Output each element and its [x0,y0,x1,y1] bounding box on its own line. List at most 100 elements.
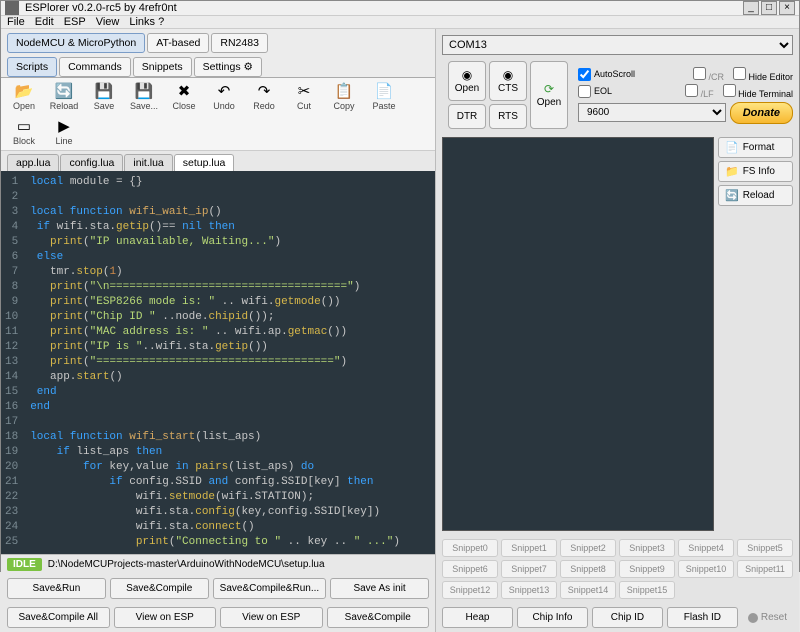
snippet-button[interactable]: Snippet13 [501,581,557,599]
hide-term-check[interactable] [723,84,736,97]
file-tab[interactable]: config.lua [60,154,123,171]
reload-button[interactable]: 🔄Reload [718,185,793,206]
donate-button[interactable]: Donate [730,102,793,124]
open-connection-button[interactable]: ⟳Open [530,61,568,129]
fs info-icon: 📁 [725,165,739,178]
menu-links[interactable]: Links ? [129,16,164,28]
snippet-button[interactable]: Snippet11 [737,560,793,578]
open-button[interactable]: 📂Open [7,82,41,111]
snippet-button[interactable]: Snippet10 [678,560,734,578]
eol-check[interactable] [578,85,591,98]
sub-tabs: ScriptsCommandsSnippetsSettings ⚙ [1,53,435,78]
snippet-button[interactable]: Snippet9 [619,560,675,578]
close-window-button[interactable]: × [779,1,795,15]
lf-check[interactable] [685,84,698,97]
snippet-button[interactable]: Snippet6 [442,560,498,578]
flashid-button[interactable]: Flash ID [667,607,738,628]
line-icon: ▶ [58,117,70,135]
viewonesp-button[interactable]: View on ESP [114,607,217,628]
cut-button[interactable]: ✂Cut [287,82,321,111]
gear-icon: ⚙ [244,61,253,73]
block-button[interactable]: ▭Block [7,117,41,146]
snippet-button[interactable]: Snippet0 [442,539,498,557]
dtr-button[interactable]: DTR [448,104,486,129]
viewonesp-button[interactable]: View on ESP [220,607,323,628]
maximize-button[interactable]: □ [761,1,777,15]
open-icon: 📂 [15,82,34,100]
savecompilerun-button[interactable]: Save&Compile&Run... [213,578,327,599]
savecompile-button[interactable]: Save&Compile [110,578,209,599]
connection-buttons: ◉Open ◉CTS ⟳Open DTR RTS [442,57,574,133]
snippet-button[interactable]: Snippet2 [560,539,616,557]
savecompileall-button[interactable]: Save&Compile All [7,607,110,628]
menu-edit[interactable]: Edit [35,16,54,28]
paste-icon: 📄 [375,82,394,100]
sub-tab-commands[interactable]: Commands [59,57,131,77]
reload-button[interactable]: 🔄Reload [47,82,81,111]
baud-select[interactable]: 9600 [578,103,726,122]
main-tab[interactable]: RN2483 [211,33,268,53]
left-buttons-row2: Save&Compile AllView on ESPView on ESPSa… [1,603,435,632]
redo-button[interactable]: ↷Redo [247,82,281,111]
snippet-button[interactable]: Snippet12 [442,581,498,599]
sub-tab-settings[interactable]: Settings ⚙ [194,57,262,77]
heap-button[interactable]: Heap [442,607,513,628]
minimize-button[interactable]: _ [743,1,759,15]
sub-tab-scripts[interactable]: Scripts [7,57,57,77]
main-tab[interactable]: AT-based [147,33,209,53]
autoscroll-check[interactable] [578,68,591,81]
menu-esp[interactable]: ESP [64,16,86,28]
fsinfo-button[interactable]: 📁FS Info [718,161,793,182]
line-gutter: 1234567891011121314151617181920212223242… [1,171,24,554]
close-button[interactable]: ✖Close [167,82,201,111]
reset-button[interactable]: Reset [742,607,793,628]
menu-file[interactable]: File [7,16,25,28]
snippet-button[interactable]: Snippet14 [560,581,616,599]
app-window: ESPlorer v0.2.0-rc5 by 4refr0nt _ □ × Fi… [0,0,800,572]
paste-button[interactable]: 📄Paste [367,82,401,111]
save-button[interactable]: 💾Save [87,82,121,111]
status-bar: IDLE D:\NodeMCUProjects-master\ArduinoWi… [1,554,435,574]
save-icon: 💾 [95,82,114,100]
file-tab[interactable]: setup.lua [174,154,235,171]
snippet-button[interactable]: Snippet4 [678,539,734,557]
window-title: ESPlorer v0.2.0-rc5 by 4refr0nt [25,2,741,14]
titlebar: ESPlorer v0.2.0-rc5 by 4refr0nt _ □ × [1,1,799,16]
file-tab[interactable]: app.lua [7,154,59,171]
port-select[interactable]: COM13 [442,35,793,55]
sub-tab-snippets[interactable]: Snippets [133,57,192,77]
copy-icon: 📋 [335,82,354,100]
format-button[interactable]: 📄Format [718,137,793,158]
main-tab[interactable]: NodeMCU & MicroPython [7,33,145,53]
file-tab[interactable]: init.lua [124,154,172,171]
line-button[interactable]: ▶Line [47,117,81,146]
format-icon: 📄 [725,141,739,154]
snippet-button[interactable]: Snippet5 [737,539,793,557]
saverun-button[interactable]: Save&Run [7,578,106,599]
chipinfo-button[interactable]: Chip Info [517,607,588,628]
save-button[interactable]: 💾Save... [127,82,161,111]
hide-editor-check[interactable] [733,67,746,80]
cr-check[interactable] [693,67,706,80]
savecompile-button[interactable]: Save&Compile [327,607,430,628]
cts-button[interactable]: ◉CTS [489,61,527,101]
saveasinit-button[interactable]: Save As init [330,578,429,599]
snippet-button[interactable]: Snippet7 [501,560,557,578]
terminal-output[interactable] [442,137,714,531]
close-icon: ✖ [178,82,191,100]
rts-button[interactable]: RTS [489,104,527,129]
status-path: D:\NodeMCUProjects-master\ArduinoWithNod… [48,559,325,570]
snippet-button[interactable]: Snippet3 [619,539,675,557]
code-area[interactable]: local module = {} local function wifi_wa… [24,171,435,554]
snippet-button[interactable]: Snippet15 [619,581,675,599]
snippet-button[interactable]: Snippet8 [560,560,616,578]
copy-button[interactable]: 📋Copy [327,82,361,111]
code-editor[interactable]: 1234567891011121314151617181920212223242… [1,171,435,554]
undo-button[interactable]: ↶Undo [207,82,241,111]
snippet-button[interactable]: Snippet1 [501,539,557,557]
open-port-button[interactable]: ◉Open [448,61,486,101]
block-icon: ▭ [17,117,31,135]
led-icon: ◉ [462,68,472,82]
chipid-button[interactable]: Chip ID [592,607,663,628]
menu-view[interactable]: View [96,16,120,28]
